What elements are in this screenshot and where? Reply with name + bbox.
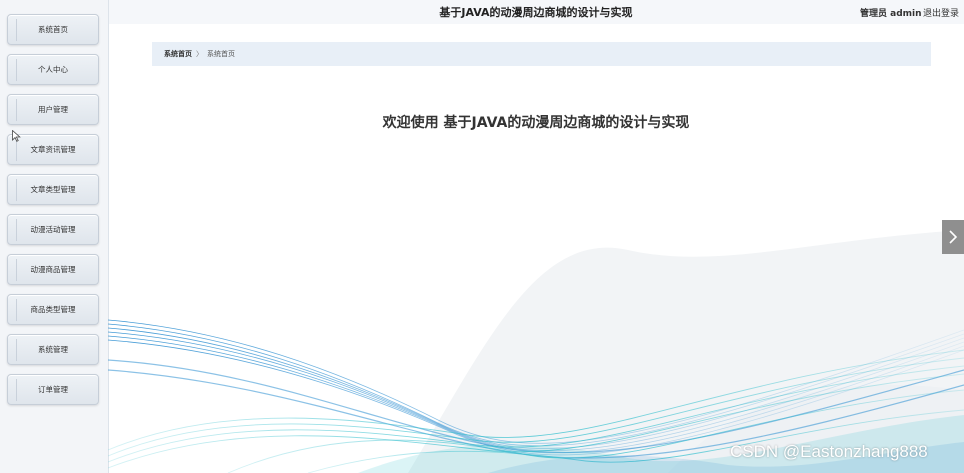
breadcrumb-current: 系统首页 xyxy=(207,50,235,58)
wave-background xyxy=(108,230,964,473)
sidebar-item-label: 用户管理 xyxy=(38,105,68,114)
breadcrumb: 系统首页 〉 系统首页 xyxy=(152,42,931,66)
sidebar-item-orders[interactable]: 订单管理 xyxy=(7,374,99,405)
chevron-right-icon xyxy=(949,230,958,244)
sidebar-item-label: 系统首页 xyxy=(38,25,68,34)
sidebar-item-product-types[interactable]: 商品类型管理 xyxy=(7,294,99,325)
app-title: 基于JAVA的动漫周边商城的设计与实现 xyxy=(439,6,633,19)
mouse-pointer-icon xyxy=(12,130,21,142)
top-header: 基于JAVA的动漫周边商城的设计与实现 管理员 admin 退出登录 xyxy=(108,0,964,24)
admin-label: 管理员 admin xyxy=(860,9,922,19)
next-slide-button[interactable] xyxy=(942,220,964,254)
sidebar-item-label: 动漫活动管理 xyxy=(30,225,76,234)
sidebar-item-home[interactable]: 系统首页 xyxy=(7,14,99,45)
sidebar-item-users[interactable]: 用户管理 xyxy=(7,94,99,125)
sidebar-item-label: 订单管理 xyxy=(38,385,68,394)
sidebar-item-label: 系统管理 xyxy=(38,345,68,354)
sidebar-item-anime-products[interactable]: 动漫商品管理 xyxy=(7,254,99,285)
breadcrumb-separator: 〉 xyxy=(196,50,203,58)
welcome-heading: 欢迎使用 基于JAVA的动漫周边商城的设计与实现 xyxy=(382,115,690,131)
watermark: CSDN @Eastonzhang888 xyxy=(730,442,928,461)
sidebar-item-label: 文章类型管理 xyxy=(30,185,76,194)
sidebar-item-anime-events[interactable]: 动漫活动管理 xyxy=(7,214,99,245)
sidebar-item-label: 动漫商品管理 xyxy=(30,265,76,274)
logout-link[interactable]: 退出登录 xyxy=(923,6,959,19)
sidebar-item-system[interactable]: 系统管理 xyxy=(7,334,99,365)
breadcrumb-home[interactable]: 系统首页 xyxy=(164,49,192,59)
sidebar-item-label: 商品类型管理 xyxy=(30,305,76,314)
sidebar-item-article-types[interactable]: 文章类型管理 xyxy=(7,174,99,205)
sidebar-item-personal-center[interactable]: 个人中心 xyxy=(7,54,99,85)
sidebar-item-label: 文章资讯管理 xyxy=(30,145,76,154)
sidebar: 系统首页 个人中心 用户管理 文章资讯管理 文章类型管理 动漫活动管理 动漫商品… xyxy=(0,0,109,473)
sidebar-item-label: 个人中心 xyxy=(38,65,68,74)
